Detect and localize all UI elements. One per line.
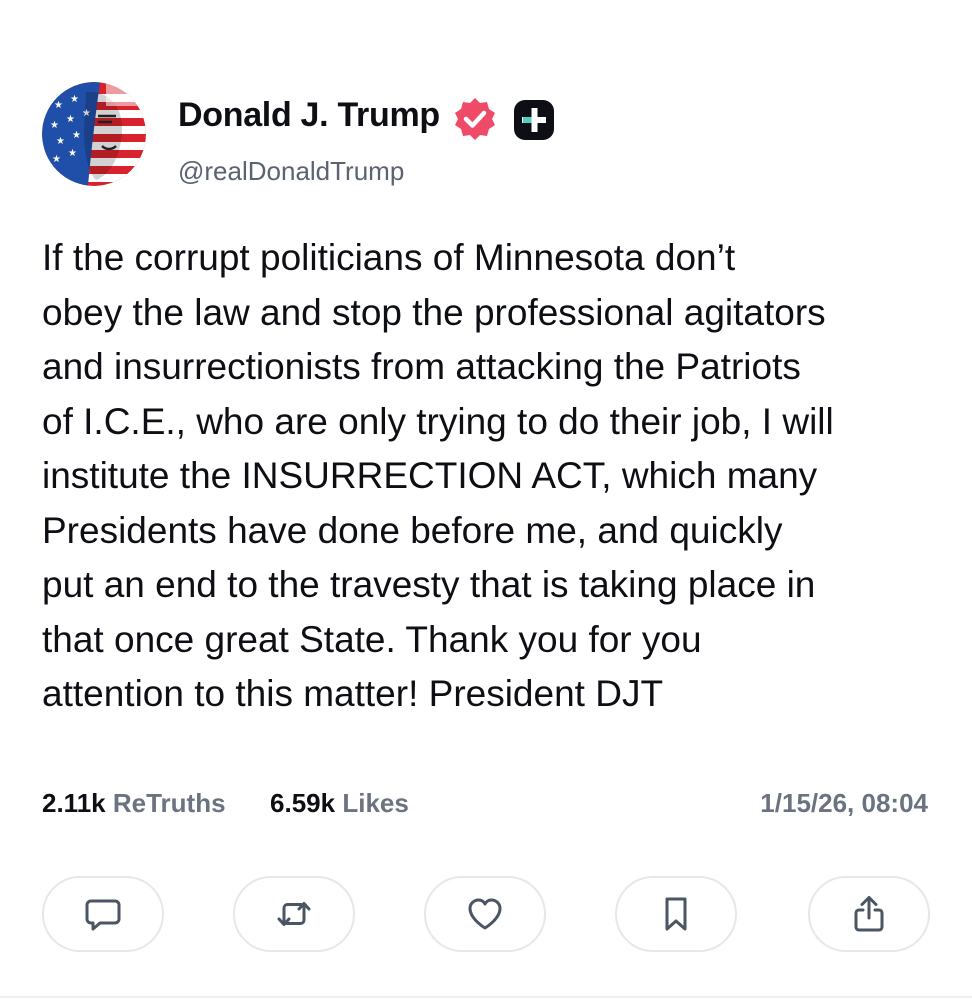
- bookmark-button[interactable]: [615, 876, 737, 952]
- bookmark-icon: [665, 897, 687, 931]
- author-name[interactable]: Donald J. Trump: [178, 96, 440, 135]
- svg-text:★: ★: [72, 130, 81, 141]
- post-timestamp: 1/15/26, 08:04: [760, 788, 928, 818]
- retruths-count: 2.11k: [42, 788, 106, 818]
- avatar[interactable]: ★ ★ ★ ★ ★ ★ ★ ★ ★: [42, 82, 146, 186]
- share-button[interactable]: [808, 876, 930, 952]
- likes-stat[interactable]: 6.59k Likes: [270, 788, 409, 818]
- svg-text:★: ★: [54, 100, 63, 111]
- heart-icon: [468, 898, 502, 930]
- retruths-stat[interactable]: 2.11k ReTruths: [42, 788, 233, 818]
- comment-icon: [85, 899, 121, 931]
- svg-text:★: ★: [70, 94, 79, 105]
- likes-count: 6.59k: [270, 788, 336, 818]
- reply-button[interactable]: [42, 876, 164, 952]
- like-button[interactable]: [424, 876, 546, 952]
- post-stats: 2.11k ReTruths 6.59k Likes: [42, 788, 409, 819]
- verified-badge-icon: [455, 98, 495, 140]
- svg-text:★: ★: [50, 120, 59, 131]
- retruth-icon: [277, 902, 311, 926]
- divider: [0, 996, 972, 998]
- post-text: If the corrupt politicians of Minnesota …: [42, 237, 834, 714]
- svg-text:★: ★: [52, 154, 61, 165]
- truth-post: ★ ★ ★ ★ ★ ★ ★ ★ ★ Donald J. Trump @realDonald…: [0, 0, 972, 1000]
- svg-text:★: ★: [66, 114, 75, 125]
- share-icon: [854, 896, 884, 932]
- author-handle[interactable]: @realDonaldTrump: [178, 156, 404, 187]
- likes-label: Likes: [342, 788, 409, 818]
- svg-text:★: ★: [56, 136, 65, 147]
- retruths-label: ReTruths: [112, 788, 226, 818]
- action-bar: [42, 876, 930, 954]
- svg-text:★: ★: [68, 148, 77, 159]
- flag-portrait-avatar-icon: ★★ ★★★ ★★ ★★: [42, 82, 146, 186]
- retruth-button[interactable]: [233, 876, 355, 952]
- plus-badge-icon: [514, 100, 554, 140]
